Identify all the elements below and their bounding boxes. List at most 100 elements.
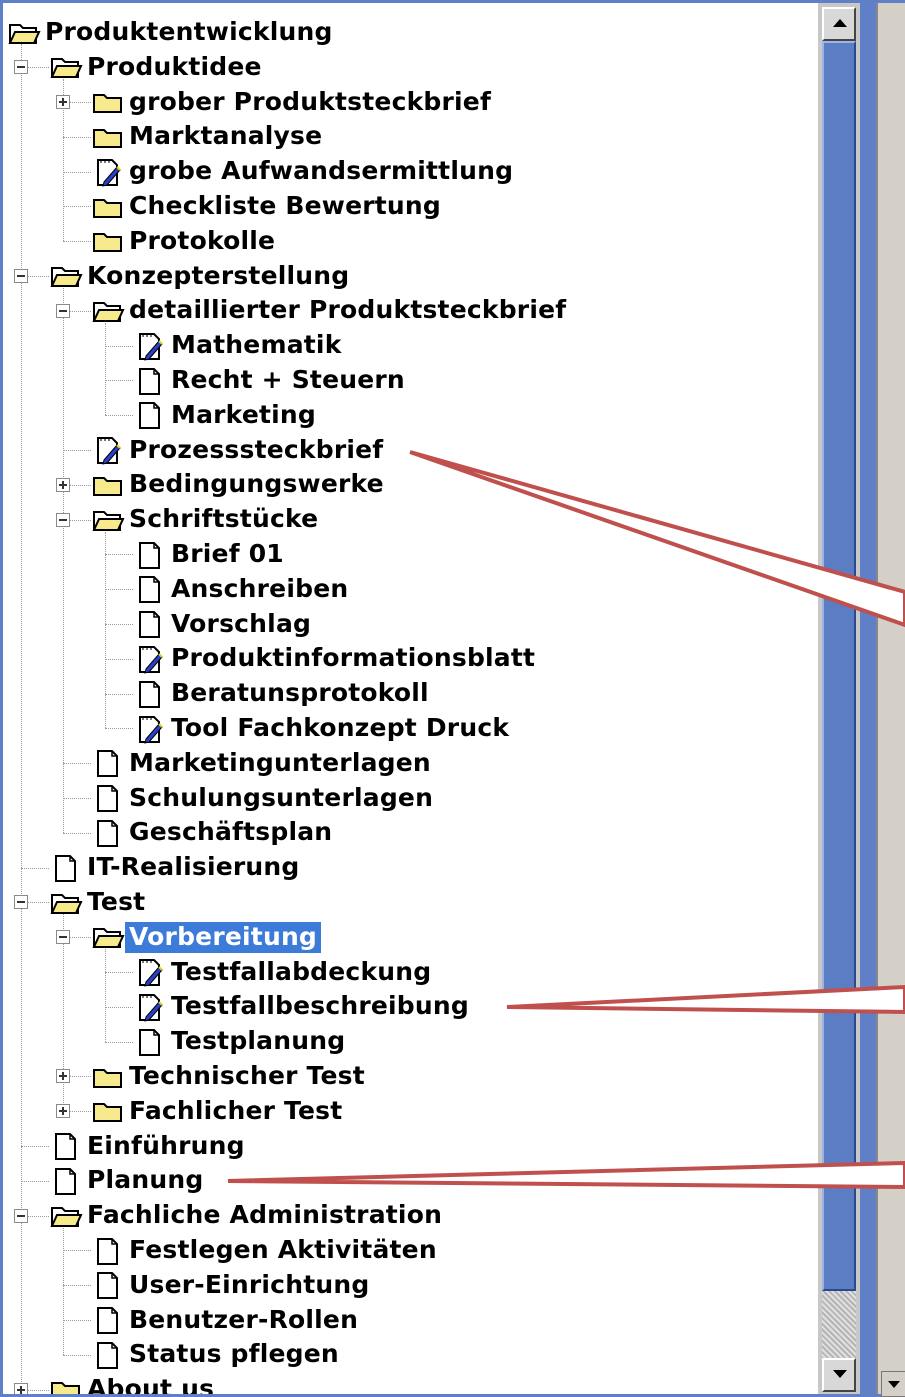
folder-icon: [93, 1068, 122, 1088]
tree-node[interactable]: Tool Fachkonzept Druck: [133, 711, 513, 746]
tree-node[interactable]: Mathematik: [133, 328, 346, 363]
tree-node[interactable]: Planung: [49, 1163, 207, 1198]
tree-node[interactable]: Brief 01: [133, 537, 288, 572]
collapse-toggle-icon[interactable]: [56, 512, 70, 527]
tree-guide-branch: [63, 450, 91, 451]
expand-toggle-icon[interactable]: [14, 1382, 28, 1394]
arrow-up-icon: [833, 19, 847, 27]
vertical-scrollbar[interactable]: [818, 3, 860, 1394]
tree-node-label: Konzepterstellung: [87, 260, 350, 290]
collapse-toggle-icon[interactable]: [56, 930, 70, 945]
folder-open-icon: [92, 928, 125, 949]
tree-guide-branch: [105, 380, 133, 382]
tree-node-label: grobe Aufwandsermittlung: [129, 156, 514, 186]
collapse-toggle-icon[interactable]: [14, 60, 28, 75]
tree-node[interactable]: Testplanung: [133, 1024, 349, 1059]
tree-node[interactable]: Produktidee: [49, 50, 266, 85]
tree-node-label: Festlegen Aktivitäten: [129, 1235, 437, 1264]
right-panel-scroll-button[interactable]: [881, 1371, 905, 1397]
scroll-up-button[interactable]: [822, 7, 856, 41]
tree-node[interactable]: Marketing: [133, 398, 320, 433]
document-icon: [97, 1237, 118, 1265]
tree-node-label: Recht + Steuern: [171, 365, 405, 394]
tree-node-label: Testfallbeschreibung: [171, 991, 469, 1021]
tree-guide-branch: [63, 798, 91, 799]
tree-node[interactable]: Testfallbeschreibung: [133, 989, 473, 1024]
tree-node[interactable]: Technischer Test: [91, 1059, 369, 1094]
expand-toggle-icon[interactable]: [56, 95, 70, 109]
tree-guide-branch: [63, 1354, 91, 1356]
tree-node[interactable]: Benutzer-Rollen: [91, 1303, 362, 1338]
tree-node[interactable]: Vorbereitung: [91, 920, 322, 955]
collapse-toggle-icon[interactable]: [14, 1208, 28, 1223]
tree-node[interactable]: IT-Realisierung: [49, 850, 304, 885]
tree-node[interactable]: Checkliste Bewertung: [91, 189, 445, 224]
tree-node-label: Produktinformationsblatt: [171, 643, 536, 673]
document-edit-icon: [139, 993, 163, 1022]
tree-node-label: Testfallabdeckung: [171, 956, 432, 986]
tree-node[interactable]: User-Einrichtung: [91, 1268, 373, 1303]
scroll-down-button[interactable]: [822, 1358, 856, 1392]
tree-node[interactable]: Produktentwicklung: [7, 15, 337, 50]
tree-node-label: Protokolle: [129, 225, 276, 255]
tree-node[interactable]: Beratunsprotokoll: [133, 676, 433, 711]
tree-node[interactable]: Testfallabdeckung: [133, 955, 435, 990]
collapse-toggle-icon[interactable]: [56, 303, 70, 318]
tree-node[interactable]: Bedingungswerke: [91, 467, 388, 502]
tree-node[interactable]: Schriftstücke: [91, 502, 322, 537]
tree-node[interactable]: Konzepterstellung: [49, 259, 353, 294]
tree-view[interactable]: Produktentwicklung Produktidee grober Prod…: [3, 3, 818, 1394]
folder-open-icon: [50, 267, 83, 288]
tree-guide-line: [105, 322, 106, 416]
tree-node[interactable]: Vorschlag: [133, 607, 315, 642]
document-icon: [139, 541, 160, 569]
tree-node[interactable]: Schulungsunterlagen: [91, 781, 437, 816]
tree-node[interactable]: Anschreiben: [133, 572, 352, 607]
tree-node-label: Fachlicher Test: [129, 1095, 343, 1125]
tree-node[interactable]: Fachliche Administration: [49, 1198, 446, 1233]
tree-node[interactable]: Marktanalyse: [91, 119, 326, 154]
tree-node[interactable]: Test: [49, 885, 149, 920]
tree-node[interactable]: About us: [49, 1372, 218, 1394]
tree-node[interactable]: Einführung: [49, 1129, 249, 1164]
tree-node-label: Test: [87, 887, 146, 916]
tree-node-label: Fachliche Administration: [87, 1200, 443, 1230]
document-icon: [97, 1307, 118, 1335]
tree-node[interactable]: Prozesssteckbrief: [91, 433, 387, 468]
tree-node[interactable]: grobe Aufwandsermittlung: [91, 154, 517, 189]
tree-node-label: Schriftstücke: [129, 504, 319, 534]
tree-node-label: Beratunsprotokoll: [171, 678, 429, 708]
tree-node-label: Marketing: [171, 399, 317, 429]
tree-node[interactable]: Protokolle: [91, 224, 279, 259]
document-edit-icon: [97, 158, 121, 187]
scroll-thumb[interactable]: [822, 41, 856, 1291]
tree-node[interactable]: Status pflegen: [91, 1337, 343, 1372]
tree-guide-branch: [63, 1250, 91, 1252]
document-edit-icon: [139, 959, 163, 987]
tree-node[interactable]: Marketingunterlagen: [91, 746, 435, 781]
tree-guide-branch: [105, 728, 133, 730]
tree-guide-branch: [105, 415, 133, 417]
folder-icon: [93, 1103, 122, 1123]
document-icon: [55, 1133, 76, 1161]
tree-node[interactable]: Geschäftsplan: [91, 815, 336, 850]
collapse-toggle-icon[interactable]: [14, 895, 28, 910]
expand-toggle-icon[interactable]: [56, 1104, 70, 1119]
tree-node[interactable]: detaillierter Produktsteckbrief: [91, 293, 570, 328]
tree-node[interactable]: Festlegen Aktivitäten: [91, 1233, 441, 1268]
tree-node[interactable]: grober Produktsteckbrief: [91, 85, 495, 120]
tree-node[interactable]: Produktinformationsblatt: [133, 641, 539, 676]
arrow-down-icon: [833, 1370, 847, 1378]
tree-guide-branch: [21, 1180, 49, 1182]
tree-node[interactable]: Fachlicher Test: [91, 1094, 346, 1129]
tree-guide-branch: [63, 763, 91, 765]
tree-node-label: Geschäftsplan: [129, 817, 333, 847]
tree-guide-branch: [63, 171, 91, 173]
tree-node[interactable]: Recht + Steuern: [133, 363, 409, 398]
tree-node-label: Tool Fachkonzept Druck: [171, 713, 510, 742]
collapse-toggle-icon[interactable]: [14, 269, 28, 283]
document-edit-icon: [97, 437, 121, 465]
scroll-track[interactable]: [822, 1291, 856, 1359]
expand-toggle-icon[interactable]: [56, 477, 70, 492]
expand-toggle-icon[interactable]: [56, 1069, 70, 1084]
